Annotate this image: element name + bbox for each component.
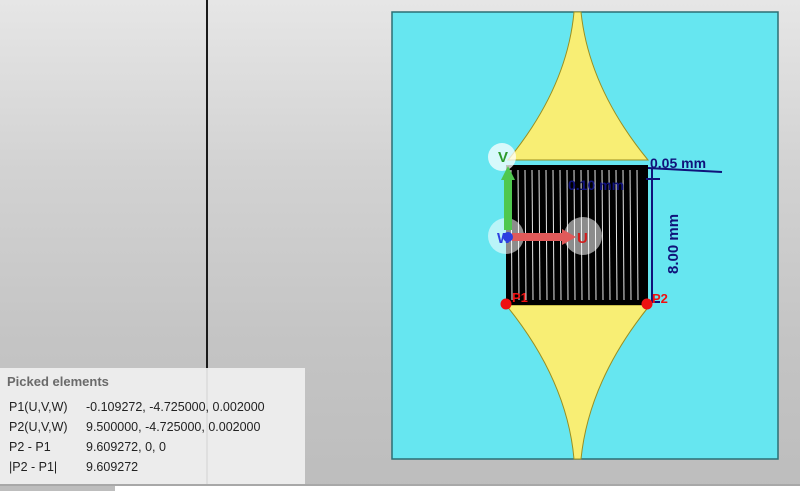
picked-row-p1: P1(U,V,W) -0.109272, -4.725000, 0.002000 (9, 400, 265, 414)
picked-row-value: 9.609272 (86, 460, 139, 474)
picked-row-value: 9.500000, -4.725000, 0.002000 (86, 420, 261, 434)
horizontal-scrollbar[interactable] (115, 486, 800, 491)
axis-v-label: V (498, 149, 508, 166)
picked-elements-panel: Picked elements P1(U,V,W) -0.109272, -4.7… (0, 368, 305, 484)
dimension-gap-label: 0.10 mm (568, 177, 624, 193)
axis-u-arrow (512, 233, 564, 241)
axis-u-label: U (577, 230, 588, 247)
picked-row-label: P2(U,V,W) (9, 420, 68, 434)
dimension-top-label: 0.05 mm (650, 155, 706, 171)
picked-elements-title: Picked elements (7, 374, 109, 389)
picked-point-p2[interactable] (641, 298, 653, 310)
picked-row-p2: P2(U,V,W) 9.500000, -4.725000, 0.002000 (9, 420, 260, 434)
dimension-height-label: 8.00 mm (665, 214, 682, 274)
3d-viewport[interactable]: 0.05 mm 0.10 mm 8.00 mm V W U P1 P2 Pick… (0, 0, 800, 491)
picked-row-delta: P2 - P1 9.609272, 0, 0 (9, 440, 166, 454)
point-p2-label: P2 (652, 291, 668, 306)
picked-row-value: -0.109272, -4.725000, 0.002000 (86, 400, 265, 414)
picked-row-label: P2 - P1 (9, 440, 51, 454)
picked-row-distance: |P2 - P1| 9.609272 (9, 460, 138, 474)
axis-v-arrow (504, 178, 512, 230)
picked-row-label: |P2 - P1| (9, 460, 58, 474)
picked-row-value: 9.609272, 0, 0 (86, 440, 166, 454)
picked-row-label: P1(U,V,W) (9, 400, 68, 414)
axis-w-label: W (497, 230, 512, 247)
point-p1-label: P1 (512, 290, 528, 305)
picked-point-p1[interactable] (500, 298, 512, 310)
